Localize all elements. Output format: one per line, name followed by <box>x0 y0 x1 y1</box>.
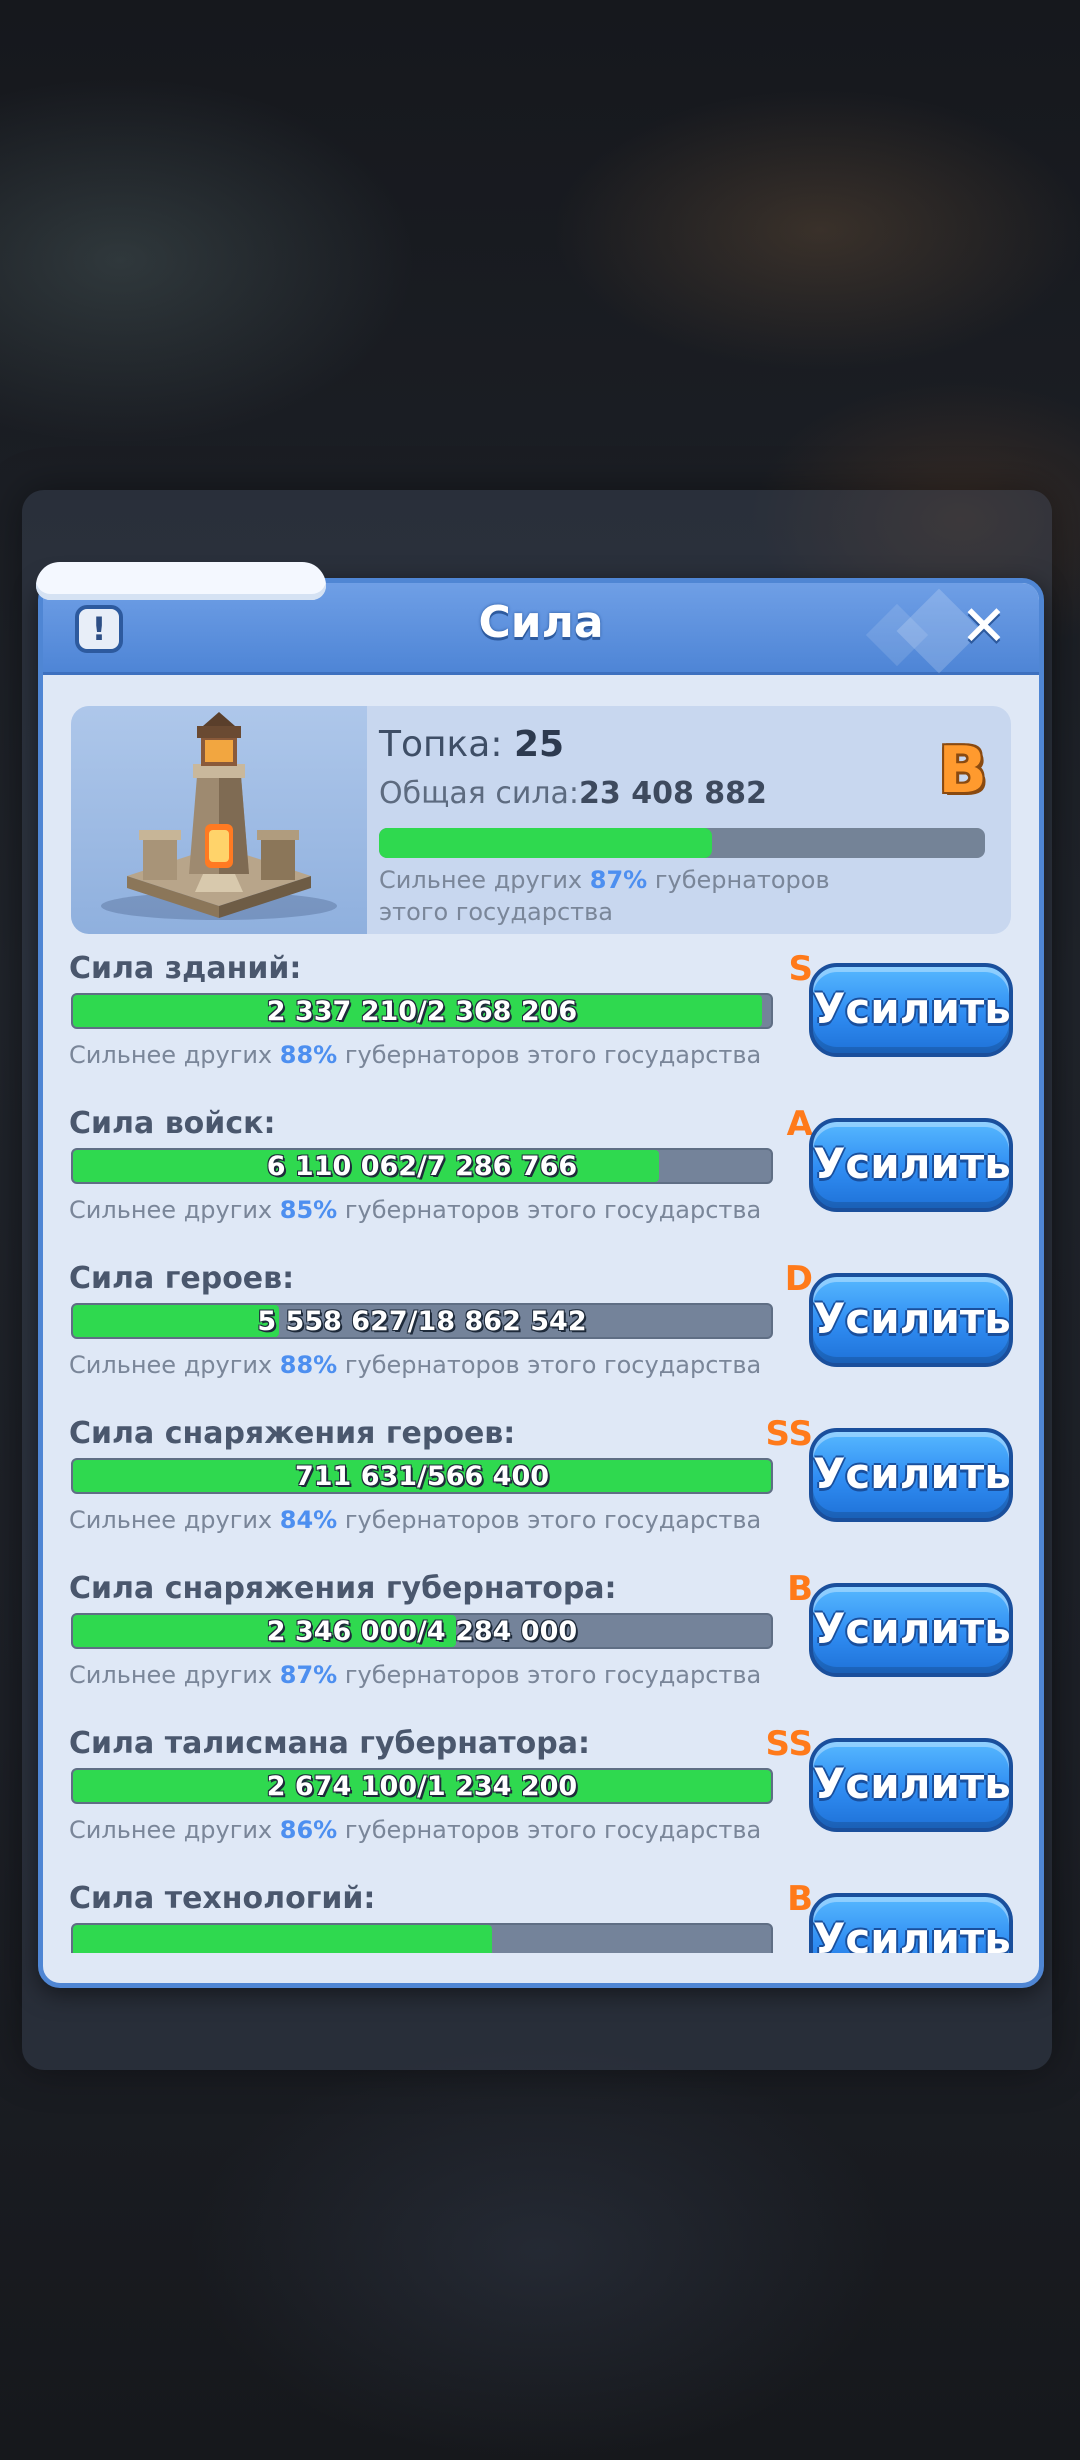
power-category-row: Сила технологий: B Усилить <box>43 1879 1039 1953</box>
power-category-row: Сила снаряжения героев: SS 711 631/566 4… <box>43 1414 1039 1571</box>
note-prefix: Сильнее других <box>69 1661 273 1689</box>
modal-title: Сила <box>478 597 604 648</box>
furnace-building-image <box>71 706 367 934</box>
furnace-level-label: Топка: <box>379 724 503 765</box>
category-label: Сила героев: <box>69 1261 295 1296</box>
category-grade: S <box>788 951 814 989</box>
category-progress-value: 2 346 000/4 284 000 <box>266 1616 578 1647</box>
category-progress-fill <box>73 1925 492 1953</box>
boost-button[interactable]: Усилить <box>809 1738 1013 1832</box>
furnace-level-value: 25 <box>513 724 565 765</box>
boost-button[interactable]: Усилить <box>809 1893 1013 1953</box>
category-rank-note: Сильнее других 88% губернаторов этого го… <box>69 1351 761 1379</box>
rank-percent: 84% <box>279 1506 338 1534</box>
category-grade: A <box>786 1104 813 1144</box>
rank-percent: 85% <box>279 1196 338 1224</box>
power-category-row: Сила зданий: S 2 337 210/2 368 206 Сильн… <box>43 951 1039 1106</box>
boost-button[interactable]: Усилить <box>809 1583 1013 1677</box>
category-progress-value: 2 674 100/1 234 200 <box>266 1771 578 1802</box>
category-progress-bar: 2 337 210/2 368 206 <box>71 993 773 1029</box>
category-label: Сила зданий: <box>69 951 302 986</box>
note-prefix: Сильнее других <box>69 1196 273 1224</box>
category-rank-note: Сильнее других 86% губернаторов этого го… <box>69 1816 761 1844</box>
category-rank-note: Сильнее других 84% губернаторов этого го… <box>69 1506 761 1534</box>
rank-percent: 87% <box>589 866 648 894</box>
category-label: Сила талисмана губернатора: <box>69 1726 590 1761</box>
boost-button[interactable]: Усилить <box>809 963 1013 1057</box>
total-power-value: 23 408 882 <box>579 776 767 811</box>
category-progress-bar: 2 674 100/1 234 200 <box>71 1768 773 1804</box>
category-progress-value: 5 558 627/18 862 542 <box>257 1306 587 1337</box>
category-label: Сила технологий: <box>69 1881 376 1916</box>
rank-percent: 88% <box>279 1351 338 1379</box>
category-progress-bar: 711 631/566 400 <box>71 1458 773 1494</box>
rank-percent: 88% <box>279 1041 338 1069</box>
note-suffix: губернаторов этого государства <box>344 1351 762 1379</box>
note-suffix: губернаторов этого государства <box>344 1661 762 1689</box>
category-progress-value: 711 631/566 400 <box>294 1461 550 1492</box>
summary-card: Топка: 25 Общая сила:23 408 882 B Сильне… <box>71 706 1011 934</box>
note-prefix: Сильнее других <box>379 866 583 894</box>
furnace-icon <box>101 712 337 920</box>
note-suffix: губернаторов этого государства <box>344 1196 762 1224</box>
category-rank-note: Сильнее других 88% губернаторов этого го… <box>69 1041 761 1069</box>
category-label: Сила снаряжения губернатора: <box>69 1571 617 1606</box>
total-power: Общая сила:23 408 882 <box>379 776 767 811</box>
note-prefix: Сильнее других <box>69 1816 273 1844</box>
category-grade: SS <box>765 1414 813 1454</box>
category-rank-note: Сильнее других 87% губернаторов этого го… <box>69 1661 761 1689</box>
total-power-progress-fill <box>379 828 713 858</box>
total-power-label: Общая сила: <box>379 776 579 811</box>
category-progress-value: 6 110 062/7 286 766 <box>266 1151 578 1182</box>
power-modal: ! Сила ✕ Топка: 25 Общая сила:23 408 882… <box>38 578 1044 1988</box>
category-progress-value: 2 337 210/2 368 206 <box>266 996 578 1027</box>
close-icon[interactable]: ✕ <box>955 599 1013 657</box>
category-progress-bar: 5 558 627/18 862 542 <box>71 1303 773 1339</box>
category-grade: SS <box>765 1724 813 1764</box>
power-category-row: Сила героев: D 5 558 627/18 862 542 Силь… <box>43 1259 1039 1416</box>
power-category-list: Сила зданий: S 2 337 210/2 368 206 Сильн… <box>43 951 1039 1953</box>
category-grade: B <box>787 1569 813 1609</box>
note-prefix: Сильнее других <box>69 1506 273 1534</box>
boost-button[interactable]: Усилить <box>809 1118 1013 1212</box>
note-prefix: Сильнее других <box>69 1041 273 1069</box>
furnace-level: Топка: 25 <box>379 724 564 765</box>
boost-button[interactable]: Усилить <box>809 1428 1013 1522</box>
snow-decoration <box>36 562 326 600</box>
note-suffix: губернаторов этого государства <box>344 1816 762 1844</box>
category-grade: D <box>784 1259 813 1299</box>
total-power-progress-bar <box>379 828 985 858</box>
category-label: Сила войск: <box>69 1106 276 1141</box>
note-suffix: губернаторов этого государства <box>344 1041 762 1069</box>
category-progress-bar <box>71 1923 773 1953</box>
category-progress-bar: 6 110 062/7 286 766 <box>71 1148 773 1184</box>
category-progress-bar: 2 346 000/4 284 000 <box>71 1613 773 1649</box>
note-suffix: губернаторов этого государства <box>344 1506 762 1534</box>
power-category-row: Сила войск: A 6 110 062/7 286 766 Сильне… <box>43 1104 1039 1261</box>
boost-button[interactable]: Усилить <box>809 1273 1013 1367</box>
note-prefix: Сильнее других <box>69 1351 273 1379</box>
rank-percent: 86% <box>279 1816 338 1844</box>
total-power-grade: B <box>938 734 987 808</box>
category-rank-note: Сильнее других 85% губернаторов этого го… <box>69 1196 761 1224</box>
category-grade: B <box>787 1879 813 1919</box>
category-label: Сила снаряжения героев: <box>69 1416 516 1451</box>
rank-percent: 87% <box>279 1661 338 1689</box>
power-category-row: Сила талисмана губернатора: SS 2 674 100… <box>43 1724 1039 1881</box>
power-category-row: Сила снаряжения губернатора: B 2 346 000… <box>43 1569 1039 1726</box>
total-power-rank-note: Сильнее других 87% губернаторов этого го… <box>379 864 899 928</box>
